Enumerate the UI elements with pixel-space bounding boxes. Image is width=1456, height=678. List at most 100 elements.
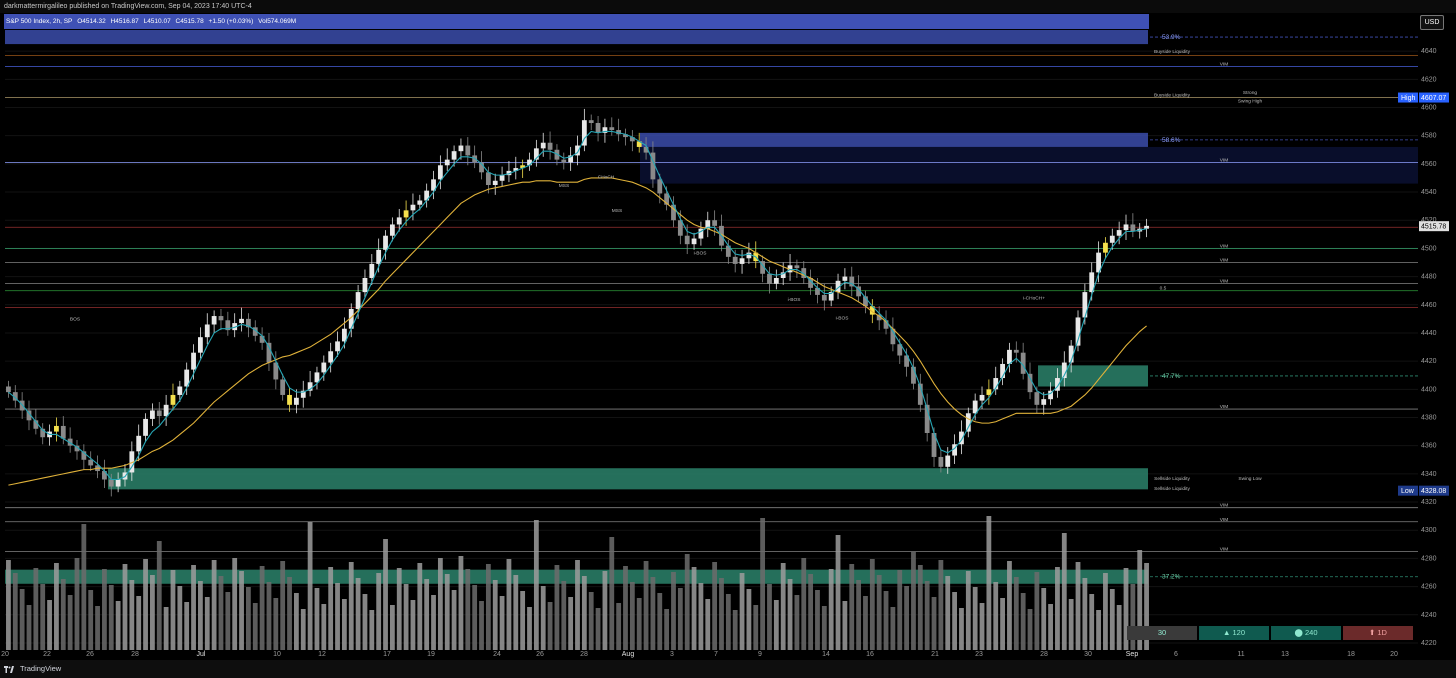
- time-tick-label: 22: [43, 651, 51, 658]
- volume-bar: [712, 562, 718, 650]
- volume-bar: [1020, 593, 1026, 650]
- volume-bar: [156, 541, 162, 650]
- candle-body: [396, 217, 402, 225]
- volume-bar: [808, 574, 814, 650]
- volume-bar: [938, 560, 944, 650]
- price-tick-label: 4240: [1421, 612, 1437, 619]
- volume-bar: [129, 580, 135, 650]
- annotation-label: VIM: [1220, 546, 1229, 552]
- volume-bar: [588, 592, 594, 650]
- volume-bar: [767, 584, 772, 650]
- volume-bar: [485, 564, 491, 650]
- volume-bar: [383, 539, 388, 650]
- volume-bar: [1082, 578, 1088, 650]
- volume-bar: [40, 584, 46, 650]
- candle-body: [163, 404, 169, 417]
- volume-bar: [465, 569, 471, 650]
- time-tick-label: 9: [758, 651, 762, 658]
- candle-body: [986, 389, 992, 395]
- volume-bar: [533, 520, 539, 650]
- volume-bar: [506, 559, 512, 650]
- candle-body: [239, 318, 244, 324]
- annotation-label: i-BOS: [836, 315, 849, 321]
- volume-bar: [74, 558, 80, 650]
- volume-bar: [335, 583, 340, 650]
- volume-bar: [547, 602, 553, 650]
- price-tick-label: 4620: [1421, 76, 1437, 83]
- volume-bar: [931, 597, 937, 650]
- volume-bar: [629, 582, 635, 650]
- price-tick-label: 4580: [1421, 133, 1437, 140]
- currency-button[interactable]: USD: [1420, 15, 1444, 30]
- candle-body: [1041, 399, 1047, 405]
- time-tick-label: 20: [1, 651, 9, 658]
- volume-bar: [883, 591, 889, 650]
- volume-bar: [307, 522, 313, 650]
- volume-bar: [437, 558, 443, 650]
- time-tick-label: 6: [1174, 651, 1178, 658]
- legend-open: O4514.32: [77, 18, 106, 25]
- volume-bar: [520, 591, 526, 650]
- low-label-value: 4328.08: [1421, 488, 1446, 495]
- volume-bar: [684, 554, 690, 650]
- volume-bar: [280, 561, 286, 650]
- volume-bar: [924, 581, 930, 650]
- time-tick-label: 21: [931, 651, 939, 658]
- annotation-label: Swing High: [1238, 98, 1263, 104]
- zone-demand: [108, 468, 1148, 490]
- volume-bar: [595, 608, 601, 650]
- candle-body: [588, 120, 594, 123]
- volume-bar: [705, 599, 711, 650]
- time-tick-label: 24: [493, 651, 501, 658]
- volume-bar: [609, 537, 615, 650]
- candle-body: [362, 278, 368, 293]
- annotation-label: CHoCH: [598, 174, 615, 180]
- candle-body: [979, 394, 985, 401]
- volume-bar: [177, 586, 183, 650]
- candle-body: [1123, 224, 1129, 231]
- candle-body: [1103, 242, 1108, 253]
- price-chart[interactable]: 53.9% 58.6% 47.7% 37.2% BOS CHoCH MSS MSS i-BOS i…: [0, 0, 1456, 678]
- volume-bar: [355, 578, 361, 650]
- price-tick-label: 4360: [1421, 443, 1437, 450]
- volume-bar: [1096, 610, 1101, 650]
- candle-body: [293, 397, 299, 405]
- time-tick-label: 16: [866, 651, 874, 658]
- high-label-value: 4607.07: [1421, 95, 1446, 102]
- candle-body: [355, 292, 361, 309]
- time-tick-label: 10: [273, 651, 281, 658]
- volume-bar: [677, 588, 683, 650]
- timeframe-pill[interactable]: ⬤ 240: [1271, 626, 1341, 640]
- candle-body: [335, 341, 340, 352]
- annotation-label: VIM: [1220, 404, 1229, 410]
- candle-body: [417, 200, 423, 205]
- time-tick-label: 26: [536, 651, 544, 658]
- volume-bar: [170, 570, 176, 650]
- candle-body: [547, 142, 553, 150]
- volume-bar: [732, 610, 738, 650]
- candle-body: [1144, 225, 1149, 229]
- volume-bar: [54, 563, 59, 650]
- candle-body: [499, 175, 505, 181]
- candle-body: [170, 394, 176, 405]
- volume-bar: [965, 571, 971, 650]
- volume-bar: [1130, 584, 1136, 650]
- candle-body: [60, 425, 66, 439]
- annotation-label: i-CHoCH+: [1023, 296, 1045, 302]
- volume-bar: [1089, 594, 1095, 650]
- volume-bar: [746, 589, 752, 650]
- candle-body: [191, 352, 196, 370]
- volume-bar: [897, 570, 903, 650]
- volume-bar: [801, 558, 807, 650]
- candle-body: [280, 379, 286, 395]
- volume-bar: [122, 564, 128, 650]
- price-tick-label: 4220: [1421, 640, 1437, 647]
- annotation-label: MSS: [559, 183, 569, 189]
- volume-bar: [828, 569, 834, 650]
- timeframe-pill[interactable]: ▲ 120: [1199, 626, 1269, 640]
- candle-body: [328, 351, 334, 363]
- price-tick-label: 4260: [1421, 584, 1437, 591]
- timeframe-pill[interactable]: 30: [1127, 626, 1197, 640]
- timeframe-pill[interactable]: ⬆ 1D: [1343, 626, 1413, 640]
- time-tick-label: 12: [318, 651, 326, 658]
